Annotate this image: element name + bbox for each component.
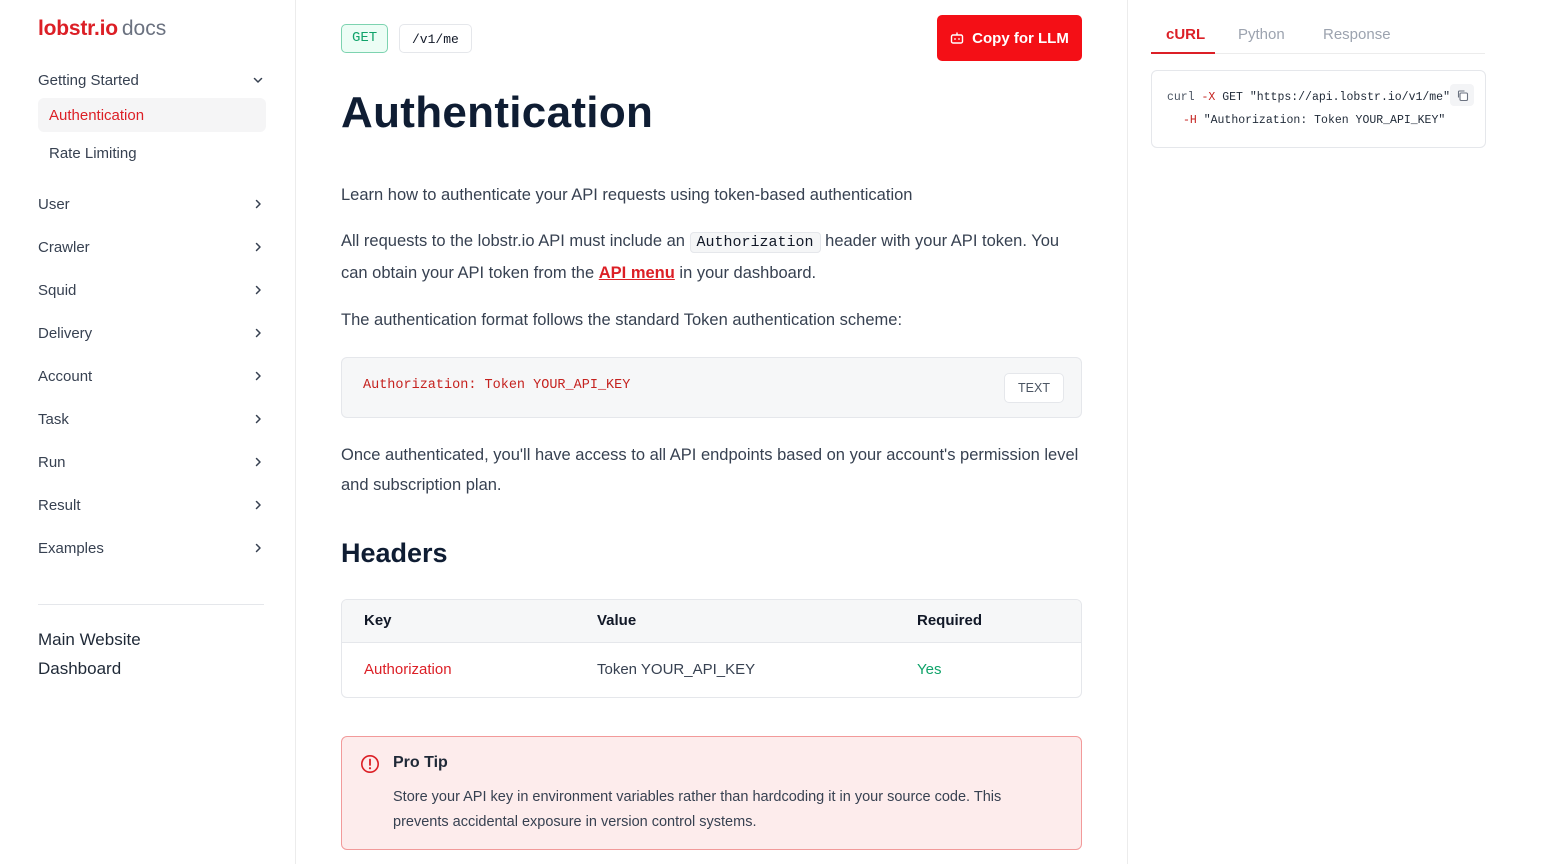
sidebar-item-account[interactable]: Account bbox=[38, 363, 266, 389]
chevron-down-icon bbox=[250, 72, 266, 88]
sidebar-divider bbox=[38, 604, 264, 605]
snippet-command: curl bbox=[1167, 91, 1195, 104]
main-website-link[interactable]: Main Website bbox=[38, 630, 141, 650]
sidebar-item-label: Task bbox=[38, 410, 69, 428]
snippet-line-1: curl -X GET "https://api.lobstr.io/v1/me… bbox=[1167, 91, 1464, 104]
auth-text-3: in your dashboard. bbox=[674, 264, 817, 282]
chevron-right-icon bbox=[250, 411, 266, 427]
robot-icon bbox=[950, 31, 964, 45]
chevron-right-icon bbox=[250, 454, 266, 470]
sidebar-item-label: Authentication bbox=[49, 106, 145, 124]
curl-snippet: curl -X GET "https://api.lobstr.io/v1/me… bbox=[1151, 70, 1486, 148]
code-sample-panel: cURL Python Response curl -X GET "https:… bbox=[1128, 0, 1551, 864]
copy-for-llm-button[interactable]: Copy for LLM bbox=[937, 15, 1082, 61]
sidebar-item-label: Crawler bbox=[38, 238, 90, 256]
sidebar-item-label: Run bbox=[38, 453, 66, 471]
sidebar-item-squid[interactable]: Squid bbox=[38, 277, 266, 303]
sidebar-item-label: Examples bbox=[38, 539, 104, 557]
chevron-right-icon bbox=[250, 196, 266, 212]
tab-python[interactable]: Python bbox=[1238, 26, 1285, 43]
access-paragraph: Once authenticated, you'll have access t… bbox=[341, 446, 1079, 494]
header-value-cell: Token YOUR_API_KEY bbox=[597, 661, 756, 678]
sidebar-item-label: Account bbox=[38, 367, 93, 385]
auth-paragraph: All requests to the lobstr.io API must i… bbox=[341, 226, 1086, 288]
intro-paragraph: Learn how to authenticate your API reque… bbox=[341, 186, 913, 204]
tab-curl[interactable]: cURL bbox=[1166, 26, 1205, 43]
sidebar-item-run[interactable]: Run bbox=[38, 449, 266, 475]
sidebar: lobstr.io docs Getting Started Authentica… bbox=[0, 0, 296, 864]
column-header-required: Required bbox=[917, 612, 983, 629]
sidebar-item-label: Rate Limiting bbox=[49, 144, 137, 162]
sidebar-group-label: Getting Started bbox=[38, 71, 139, 89]
page-title: Authentication bbox=[341, 88, 654, 137]
inline-code-authorization: Authorization bbox=[689, 232, 821, 253]
info-icon bbox=[360, 754, 380, 774]
sidebar-item-crawler[interactable]: Crawler bbox=[38, 234, 266, 260]
chevron-right-icon bbox=[250, 368, 266, 384]
chevron-right-icon bbox=[250, 497, 266, 513]
header-required-cell: Yes bbox=[917, 661, 942, 678]
pro-tip-body: Store your API key in environment variab… bbox=[393, 789, 1002, 830]
brand-suffix: docs bbox=[121, 17, 167, 40]
chevron-right-icon bbox=[250, 540, 266, 556]
sidebar-item-label: Squid bbox=[38, 281, 77, 299]
sidebar-item-user[interactable]: User bbox=[38, 191, 266, 217]
headers-table: Key Value Required Authorization Token Y… bbox=[341, 599, 1082, 698]
snippet-flag: -X bbox=[1201, 91, 1216, 104]
header-key-cell: Authorization bbox=[364, 661, 452, 678]
column-header-key: Key bbox=[364, 612, 392, 629]
sidebar-item-rate-limiting[interactable]: Rate Limiting bbox=[38, 136, 266, 170]
chevron-right-icon bbox=[250, 282, 266, 298]
dashboard-link[interactable]: Dashboard bbox=[38, 659, 121, 679]
chevron-right-icon bbox=[250, 239, 266, 255]
table-header-row: Key Value Required bbox=[342, 600, 1081, 643]
sidebar-item-authentication[interactable]: Authentication bbox=[38, 98, 266, 132]
auth-text-1: All requests to the lobstr.io API must i… bbox=[341, 232, 690, 250]
column-header-value: Value bbox=[597, 612, 637, 629]
brand-logo-text: lobstr.io bbox=[38, 17, 118, 40]
copy-for-llm-label: Copy for LLM bbox=[972, 29, 1069, 47]
pro-tip-title: Pro Tip bbox=[393, 754, 448, 771]
code-block: Authorization: Token YOUR_API_KEY TEXT bbox=[341, 357, 1082, 418]
snippet-line-2: -H "Authorization: Token YOUR_API_KEY" bbox=[1183, 114, 1445, 127]
headers-section-title: Headers bbox=[341, 538, 448, 568]
main-content: GET /v1/me Copy for LLM Authentication L… bbox=[296, 0, 1128, 864]
active-tab-indicator bbox=[1151, 52, 1215, 54]
sidebar-item-examples[interactable]: Examples bbox=[38, 535, 266, 561]
snippet-flag: -H bbox=[1183, 114, 1197, 127]
copy-icon[interactable] bbox=[1450, 84, 1474, 106]
snippet-header: "Authorization: Token YOUR_API_KEY" bbox=[1203, 114, 1446, 127]
sidebar-item-task[interactable]: Task bbox=[38, 406, 266, 432]
brand-logo[interactable]: lobstr.io docs bbox=[38, 17, 166, 41]
format-paragraph: The authentication format follows the st… bbox=[341, 311, 903, 329]
tab-response[interactable]: Response bbox=[1323, 26, 1391, 43]
code-language-badge[interactable]: TEXT bbox=[1004, 373, 1064, 403]
api-menu-link[interactable]: API menu bbox=[599, 264, 675, 282]
endpoint-path-badge: /v1/me bbox=[399, 24, 472, 53]
sidebar-item-delivery[interactable]: Delivery bbox=[38, 320, 266, 346]
sidebar-item-result[interactable]: Result bbox=[38, 492, 266, 518]
sidebar-group-getting-started[interactable]: Getting Started bbox=[38, 67, 266, 93]
sidebar-item-label: Delivery bbox=[38, 324, 93, 342]
sidebar-item-label: User bbox=[38, 195, 70, 213]
pro-tip-callout: Pro Tip Store your API key in environmen… bbox=[341, 736, 1082, 850]
code-tabs: cURL Python Response bbox=[1151, 20, 1485, 54]
sidebar-item-label: Result bbox=[38, 496, 81, 514]
code-block-content: Authorization: Token YOUR_API_KEY bbox=[363, 378, 631, 393]
snippet-url: GET "https://api.lobstr.io/v1/me" \ bbox=[1222, 91, 1464, 104]
method-badge: GET bbox=[341, 24, 389, 53]
chevron-right-icon bbox=[250, 325, 266, 341]
